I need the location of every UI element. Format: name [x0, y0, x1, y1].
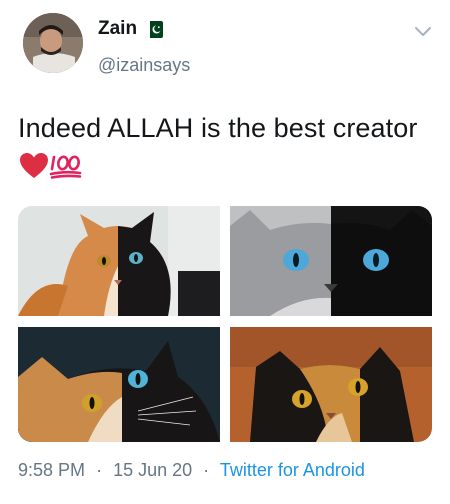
tweet-card: Zain @izainsays Indeed ALLAH is the best…: [0, 0, 450, 504]
tweet-text: Indeed ALLAH is the best creator: [18, 109, 428, 185]
tweet-meta: 9:58 PM · 15 Jun 20 · Twitter for Androi…: [18, 460, 365, 481]
red-heart-icon: [19, 151, 49, 179]
avatar[interactable]: [23, 13, 83, 73]
chevron-down-icon[interactable]: [413, 24, 433, 38]
media-grid: [18, 206, 432, 442]
cat-photo-2[interactable]: [230, 206, 432, 316]
cat-photo-4[interactable]: [230, 327, 432, 442]
author-name-row: Zain: [98, 18, 164, 40]
meta-separator: ·: [203, 460, 210, 480]
meta-separator: ·: [96, 460, 103, 480]
cat-photo-1[interactable]: [18, 206, 220, 316]
tweet-date[interactable]: 15 Jun 20: [113, 460, 192, 480]
cat-photo-3[interactable]: [18, 327, 220, 442]
author-handle[interactable]: @izainsays: [98, 55, 190, 76]
tweet-source-link[interactable]: Twitter for Android: [220, 460, 365, 480]
hundred-points-icon: [49, 151, 85, 179]
tweet-text-body: Indeed ALLAH is the best creator: [18, 113, 418, 143]
pakistan-flag-icon: [145, 20, 164, 38]
tweet-time[interactable]: 9:58 PM: [18, 460, 85, 480]
author-name[interactable]: Zain: [98, 18, 137, 40]
